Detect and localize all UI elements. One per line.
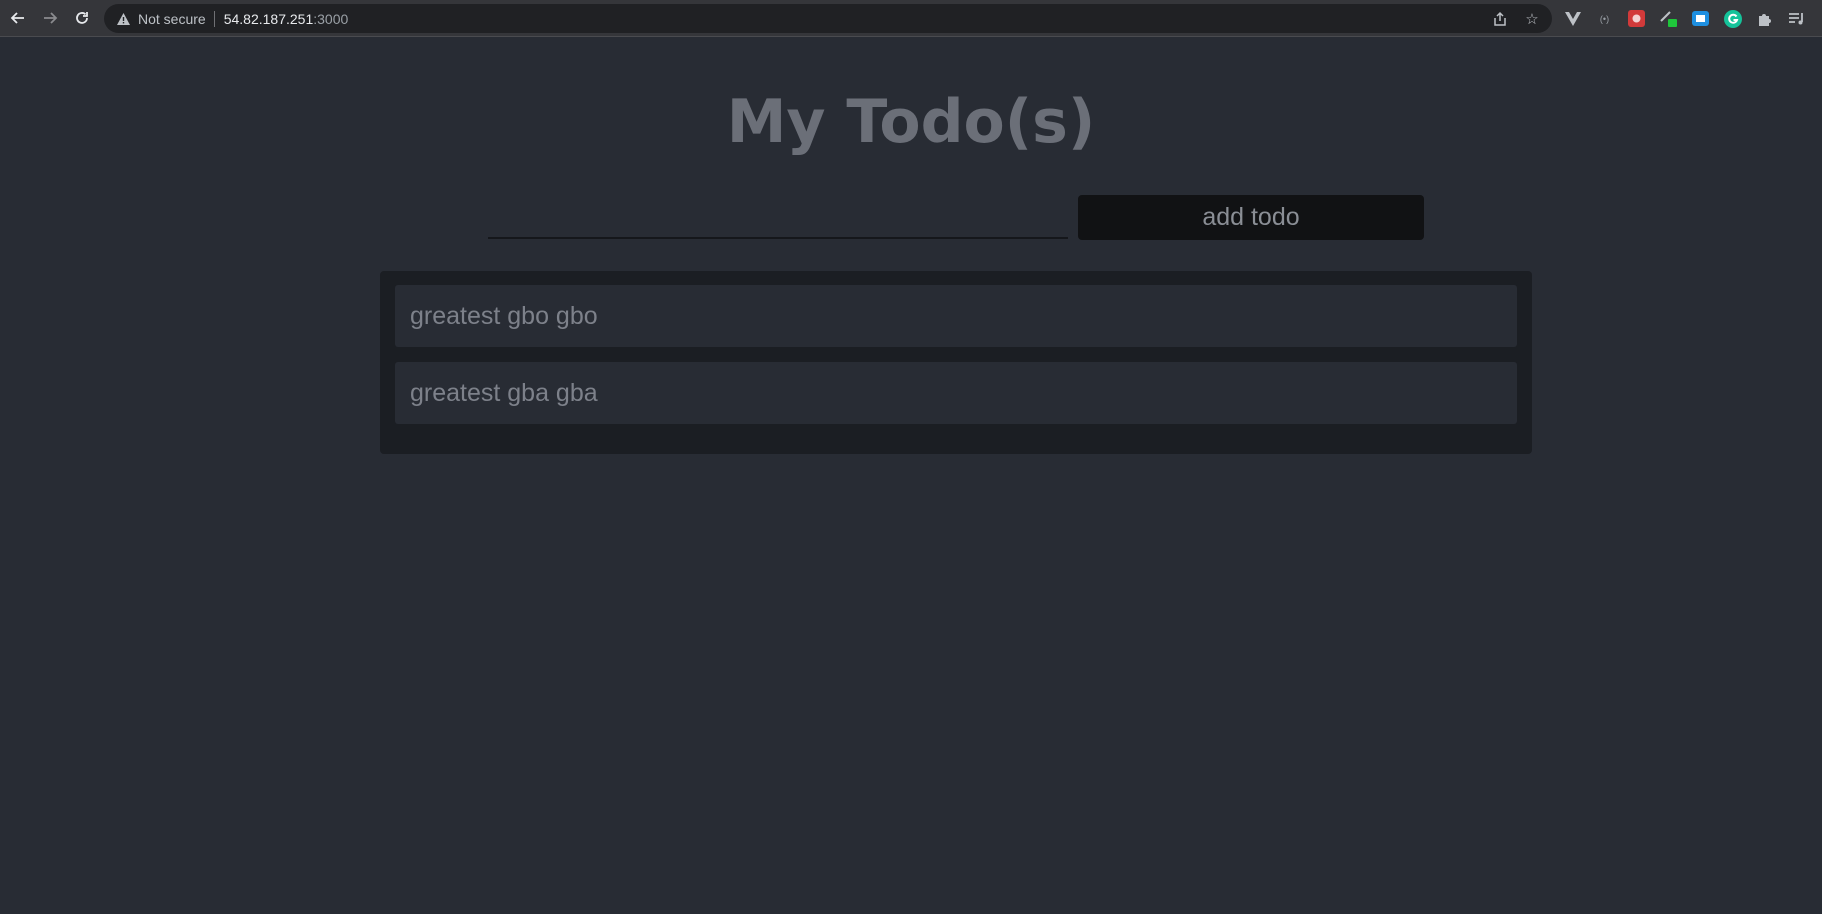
- url-port: :3000: [313, 10, 349, 27]
- bookmark-star-icon[interactable]: ☆: [1522, 9, 1542, 29]
- todo-item[interactable]: greatest gbo gbo: [395, 285, 1517, 347]
- vue-devtools-icon[interactable]: [1562, 8, 1583, 29]
- extension-red-icon[interactable]: [1626, 8, 1647, 29]
- security-label[interactable]: Not secure: [138, 11, 206, 27]
- warning-icon[interactable]: [114, 10, 132, 28]
- pen-extension-icon[interactable]: [1658, 8, 1679, 29]
- todo-input[interactable]: [488, 196, 1068, 239]
- extension-icon[interactable]: (•): [1594, 8, 1615, 29]
- grammarly-icon[interactable]: [1722, 8, 1743, 29]
- todo-page: My Todo(s) add todo greatest gbo gbo gre…: [0, 38, 1822, 914]
- address-bar[interactable]: Not secure 54.82.187.251:3000 ☆: [104, 4, 1552, 33]
- media-queue-icon[interactable]: [1786, 8, 1807, 29]
- divider: [213, 10, 215, 27]
- extensions-puzzle-icon[interactable]: [1754, 8, 1775, 29]
- screen-capture-icon[interactable]: [1690, 8, 1711, 29]
- todo-list: greatest gbo gbo greatest gba gba: [380, 271, 1532, 454]
- forward-icon[interactable]: [34, 0, 66, 37]
- share-icon[interactable]: [1490, 9, 1510, 29]
- page-title: My Todo(s): [726, 87, 1096, 157]
- browser-toolbar: Not secure 54.82.187.251:3000 ☆ (•): [0, 0, 1822, 37]
- reload-icon[interactable]: [66, 0, 98, 37]
- add-todo-button[interactable]: add todo: [1078, 195, 1424, 240]
- back-icon[interactable]: [2, 0, 34, 37]
- url-host: 54.82.187.251: [223, 10, 314, 27]
- todo-item[interactable]: greatest gba gba: [395, 362, 1517, 424]
